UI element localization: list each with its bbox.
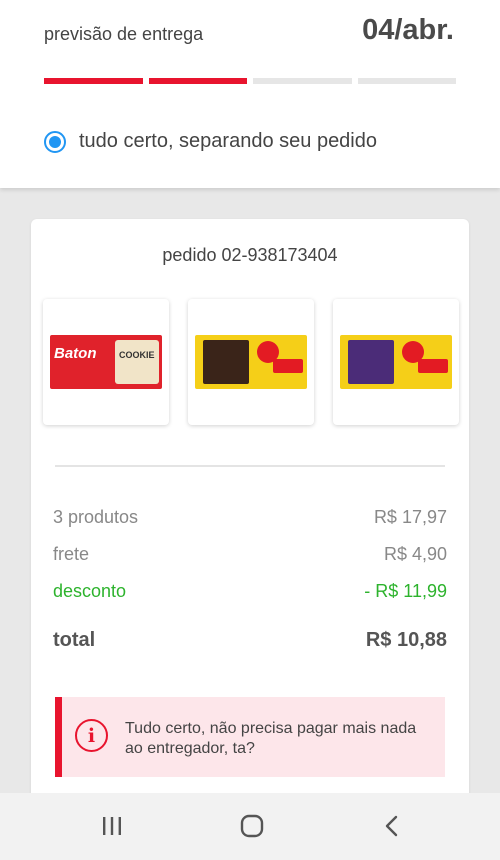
alert-text: Tudo certo, não precisa pagar mais nada … [125, 720, 417, 757]
recent-apps-icon [103, 817, 121, 835]
product-thumbnail[interactable] [188, 299, 314, 425]
baton-flavor-text: COOKIE [119, 350, 155, 360]
delivery-progress-bar [44, 78, 456, 84]
order-id: pedido 02-938173404 [162, 245, 338, 265]
progress-step-2 [148, 78, 247, 84]
total-label: total [53, 629, 96, 651]
delivery-estimate-label: previsão de entrega [44, 24, 204, 44]
back-chevron-icon [385, 815, 398, 837]
status-radio-icon [44, 130, 66, 153]
progress-step-3 [253, 78, 352, 84]
home-button[interactable] [238, 811, 266, 841]
chocolate-bar-garoto-purple-icon [340, 335, 452, 389]
summary-discount-row: desconto - R$ 11,99 [53, 581, 447, 602]
discount-label: desconto [53, 581, 127, 601]
items-value: R$ 17,97 [373, 507, 447, 527]
delivery-panel: previsão de entrega 04/abr. tudo certo, … [0, 0, 500, 188]
back-button[interactable] [380, 811, 404, 841]
payment-info-alert: i Tudo certo, não precisa pagar mais nad… [55, 697, 445, 777]
home-icon [240, 814, 264, 838]
product-thumbnails: Baton COOKIE [43, 299, 459, 425]
chocolate-bar-garoto-icon [195, 335, 307, 389]
product-thumbnail[interactable] [333, 299, 459, 425]
order-card: pedido 02-938173404 Baton COOKIE 3 produ… [31, 219, 469, 819]
order-status-text: tudo certo, separando seu pedido [79, 130, 377, 152]
summary-total-row: total R$ 10,88 [53, 629, 447, 652]
info-icon: i [75, 719, 108, 752]
progress-step-1 [44, 78, 143, 84]
baton-brand-text: Baton [54, 345, 97, 362]
order-status-row: tudo certo, separando seu pedido [44, 130, 377, 153]
recent-apps-button[interactable] [100, 811, 124, 841]
total-value: R$ 10,88 [365, 629, 447, 651]
summary-shipping-row: frete R$ 4,90 [53, 544, 447, 565]
android-navigation-bar [0, 793, 500, 860]
product-thumbnail[interactable]: Baton COOKIE [43, 299, 169, 425]
summary-items-row: 3 produtos R$ 17,97 [53, 507, 447, 528]
discount-value: - R$ 11,99 [364, 581, 447, 601]
chocolate-bar-baton-icon: Baton COOKIE [50, 335, 162, 389]
items-label: 3 produtos [53, 507, 139, 527]
delivery-estimate-date: 04/abr. [362, 14, 454, 46]
divider [55, 465, 445, 467]
progress-step-4 [357, 78, 456, 84]
shipping-value: R$ 4,90 [383, 544, 447, 564]
shipping-label: frete [53, 544, 90, 564]
